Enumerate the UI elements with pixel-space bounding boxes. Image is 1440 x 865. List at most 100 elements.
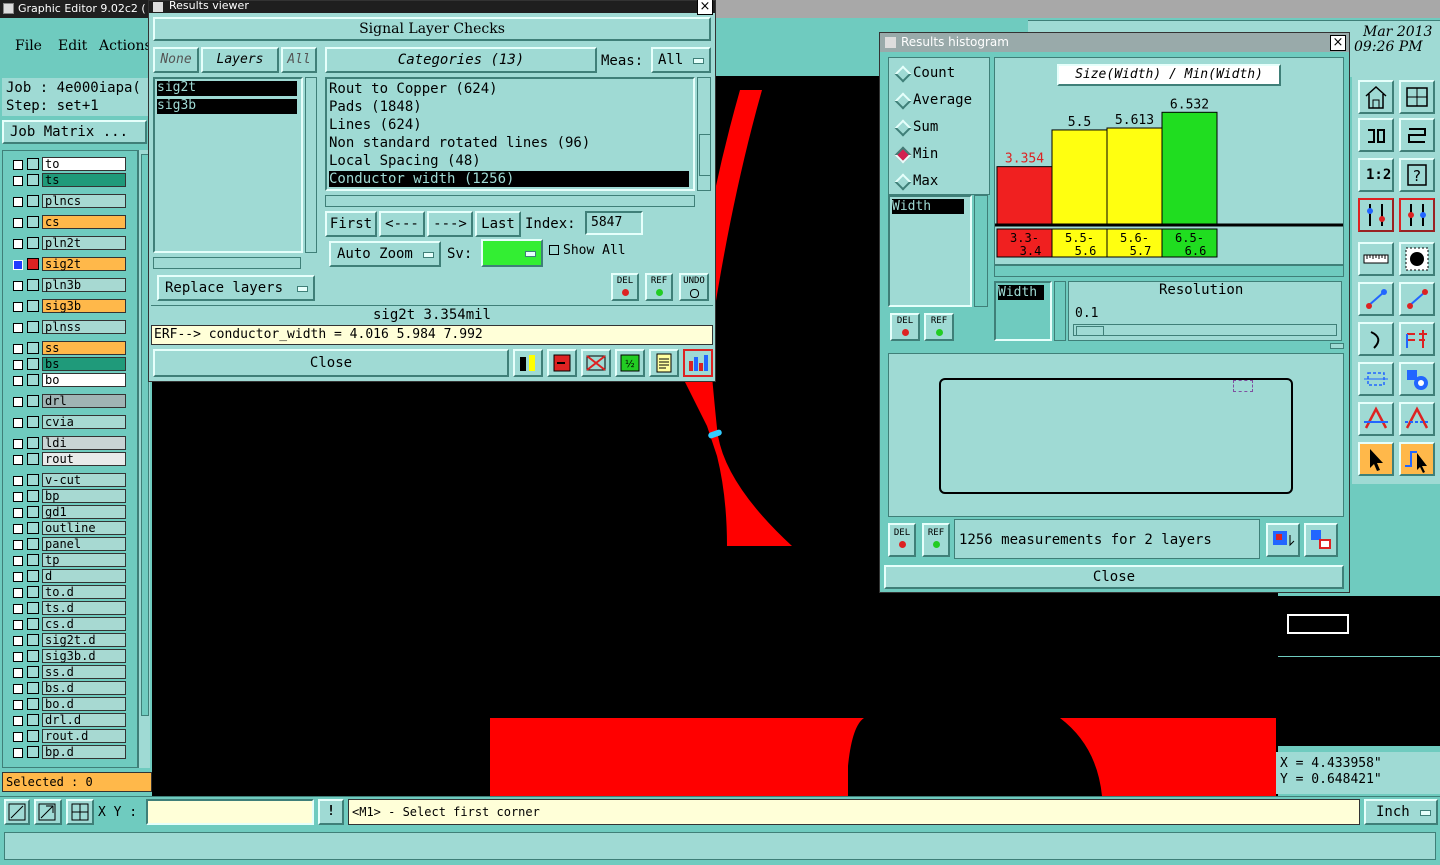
layer-affect-indicator[interactable] bbox=[27, 538, 39, 550]
layer-row[interactable]: sig2t bbox=[9, 257, 127, 272]
layer-checkbox[interactable] bbox=[13, 418, 23, 428]
layer-row[interactable]: v-cut bbox=[9, 473, 127, 488]
mode-radio-count[interactable]: Count bbox=[894, 64, 985, 84]
layer-row[interactable]: drl bbox=[9, 394, 127, 409]
ref-button[interactable]: REF bbox=[645, 273, 673, 301]
layer-checkbox[interactable] bbox=[13, 376, 23, 386]
layer-affect-indicator[interactable] bbox=[27, 342, 39, 354]
layer-checkbox[interactable] bbox=[13, 748, 23, 758]
last-button[interactable]: Last bbox=[475, 211, 521, 237]
layer-row[interactable]: drl.d bbox=[9, 713, 127, 728]
polygon-button[interactable] bbox=[1358, 402, 1394, 436]
histogram-ref-button[interactable]: REF bbox=[924, 313, 954, 341]
home-button[interactable] bbox=[1358, 80, 1394, 114]
measure-point-button[interactable] bbox=[1399, 282, 1435, 316]
resolution-slider-thumb[interactable] bbox=[1076, 326, 1104, 336]
layer-affect-indicator[interactable] bbox=[27, 602, 39, 614]
layer-checkbox[interactable] bbox=[13, 668, 23, 678]
mode-radio-max[interactable]: Max bbox=[894, 172, 985, 192]
layer-checkbox[interactable] bbox=[13, 439, 23, 449]
layer-affect-indicator[interactable] bbox=[27, 474, 39, 486]
layer-affect-indicator[interactable] bbox=[27, 506, 39, 518]
layer-row[interactable]: rout bbox=[9, 452, 127, 467]
layer-affect-indicator[interactable] bbox=[27, 216, 39, 228]
layer-row[interactable]: to.d bbox=[9, 585, 127, 600]
layer-row[interactable]: cs.d bbox=[9, 617, 127, 632]
ruler-button[interactable] bbox=[1358, 242, 1394, 276]
next-button[interactable]: ---> bbox=[427, 211, 473, 237]
layer-row[interactable]: d bbox=[9, 569, 127, 584]
pad-button[interactable] bbox=[1399, 242, 1435, 276]
layer-affect-indicator[interactable] bbox=[27, 698, 39, 710]
preview-del-button[interactable]: DEL bbox=[888, 523, 916, 557]
export-chart-button[interactable] bbox=[1266, 523, 1300, 557]
scale-1-2-button[interactable]: 1:2 bbox=[1358, 158, 1394, 192]
field-list-vscroll[interactable] bbox=[974, 195, 988, 307]
histogram-button[interactable] bbox=[683, 349, 713, 377]
layer-checkbox[interactable] bbox=[13, 239, 23, 249]
menu-file[interactable]: File bbox=[15, 38, 42, 54]
histogram-splitter[interactable] bbox=[1330, 343, 1344, 349]
layer-checkbox[interactable] bbox=[13, 476, 23, 486]
undo-button[interactable]: UNDO bbox=[679, 273, 709, 301]
first-button[interactable]: First bbox=[325, 211, 377, 237]
layer-checkbox[interactable] bbox=[13, 176, 23, 186]
layer-checkbox[interactable] bbox=[13, 652, 23, 662]
layer-row[interactable]: bs.d bbox=[9, 681, 127, 696]
layer-affect-indicator[interactable] bbox=[27, 300, 39, 312]
histogram-close-x[interactable]: × bbox=[1330, 35, 1346, 51]
layer-affect-indicator[interactable] bbox=[27, 437, 39, 449]
layer-row[interactable]: bo.d bbox=[9, 697, 127, 712]
category-item[interactable]: Local Spacing (48) bbox=[329, 153, 689, 169]
layer-affect-indicator[interactable] bbox=[27, 174, 39, 186]
layer-row[interactable]: plncs bbox=[9, 194, 127, 209]
category-item[interactable]: Pads (1848) bbox=[329, 99, 689, 115]
layer-affect-indicator[interactable] bbox=[27, 453, 39, 465]
clear-button[interactable] bbox=[581, 349, 611, 377]
layers-button[interactable]: Layers bbox=[201, 47, 279, 73]
none-button[interactable]: None bbox=[153, 47, 199, 73]
layer-select-item[interactable]: sig2t bbox=[157, 81, 297, 96]
arc-button[interactable] bbox=[1358, 322, 1394, 356]
layer-row[interactable]: plnss bbox=[9, 320, 127, 335]
xy-input[interactable] bbox=[146, 799, 314, 825]
shapes-button[interactable] bbox=[1399, 362, 1435, 396]
layer-row[interactable]: bp.d bbox=[9, 745, 127, 760]
polygon-cut-button[interactable] bbox=[1399, 402, 1435, 436]
layer-affect-indicator[interactable] bbox=[27, 195, 39, 207]
layer-checkbox[interactable] bbox=[13, 604, 23, 614]
layer-checkbox[interactable] bbox=[13, 636, 23, 646]
layer-select-item[interactable]: sig3b bbox=[157, 99, 297, 114]
category-item[interactable]: Lines (624) bbox=[329, 117, 689, 133]
layer-checkbox[interactable] bbox=[13, 556, 23, 566]
layer-row[interactable]: sig3b bbox=[9, 299, 127, 314]
category-vscroll[interactable] bbox=[697, 77, 711, 191]
index-input[interactable]: 5847 bbox=[585, 211, 643, 235]
results-close-button[interactable]: Close bbox=[153, 349, 509, 377]
grid-button[interactable] bbox=[66, 799, 94, 825]
layer-row[interactable]: ss bbox=[9, 341, 127, 356]
histogram-bar[interactable] bbox=[1051, 129, 1108, 225]
layer-row[interactable]: sig2t.d bbox=[9, 633, 127, 648]
layer-align-button[interactable] bbox=[1399, 198, 1435, 232]
all-layers-button[interactable]: All bbox=[281, 47, 317, 73]
layer-checkbox[interactable] bbox=[13, 572, 23, 582]
layer-checkbox[interactable] bbox=[13, 620, 23, 630]
ruler-view-button[interactable]: ½ bbox=[615, 349, 645, 377]
report-button[interactable] bbox=[649, 349, 679, 377]
replace-layers-dropdown[interactable]: Replace layers bbox=[157, 275, 315, 301]
select-button[interactable] bbox=[1358, 442, 1394, 476]
layer-affect-indicator[interactable] bbox=[27, 279, 39, 291]
layer-checkbox[interactable] bbox=[13, 540, 23, 550]
layer-checkbox[interactable] bbox=[13, 455, 23, 465]
layer-affect-indicator[interactable] bbox=[27, 570, 39, 582]
layer-checkbox[interactable] bbox=[13, 524, 23, 534]
layer-checkbox[interactable] bbox=[13, 160, 23, 170]
layer-affect-indicator[interactable] bbox=[27, 258, 39, 270]
layer-affect-indicator[interactable] bbox=[27, 158, 39, 170]
resolution-slider[interactable] bbox=[1073, 324, 1337, 336]
categories-button[interactable]: Categories (13) bbox=[325, 47, 597, 73]
results-viewer-close-x[interactable]: × bbox=[697, 0, 713, 15]
layer-checkbox[interactable] bbox=[13, 492, 23, 502]
window-layout-button[interactable] bbox=[1399, 80, 1435, 114]
